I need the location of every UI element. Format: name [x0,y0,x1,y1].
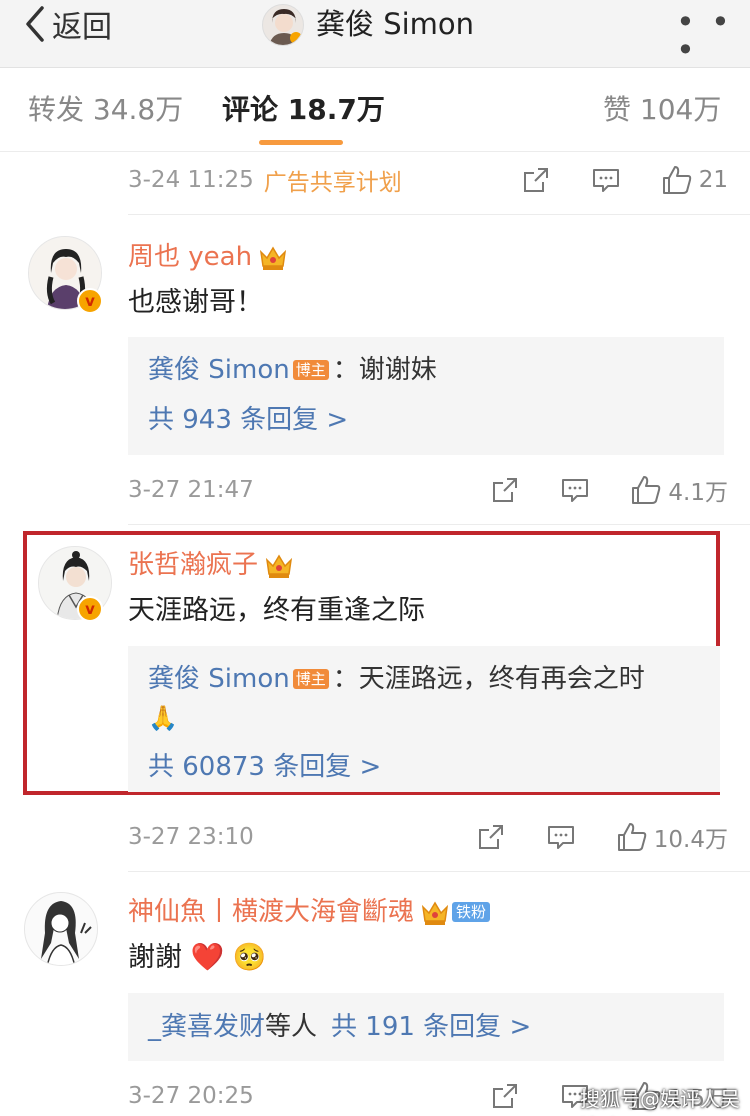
comment-icon[interactable] [560,475,590,505]
reply-text: ：谢谢妹 [332,355,437,385]
avatar[interactable] [262,4,304,46]
comment-time: 3-27 21:47 [128,477,254,503]
more-replies-link[interactable]: 共 191 条回复 > [331,1009,531,1045]
more-replies-link[interactable]: 共 60873 条回复 > [148,750,381,784]
comment-time: 3-27 20:25 [128,1083,254,1109]
verified-badge-icon: v [77,288,103,314]
crown-badge-icon [258,244,288,270]
comment-username[interactable]: 神仙魚丨横渡大海會斷魂 铁粉 [128,895,491,929]
crown-badge-icon [264,552,294,578]
tab-likes[interactable]: 赞 104万 [603,93,721,127]
divider [128,871,750,872]
pray-emoji-icon: 🙏 [148,704,178,732]
crown-badge-icon [420,899,450,925]
more-icon[interactable]: • • • [676,6,750,66]
comment-username[interactable]: 张哲瀚疯子 [128,548,294,582]
author-tag: 博主 [292,360,329,380]
username-text: 周也 yeah [128,242,253,272]
comment-text: 天涯路远，终有重逢之际 [128,595,425,626]
share-icon[interactable] [521,165,551,195]
more-replies-link[interactable]: 共 943 条回复 > [148,403,348,437]
reply-preview: 龚俊 Simon 博主 ：谢谢妹 [148,352,437,388]
back-label: 返回 [52,10,112,45]
like-count: 4.1万 [668,480,728,506]
comment-icon[interactable] [546,822,576,852]
like-icon[interactable] [630,474,662,506]
ad-share-link[interactable]: 广告共享计划 [264,163,402,197]
verified-badge-icon: v [77,596,103,622]
comment-meta-row: 3-27 21:47 4.1万 [128,470,728,510]
comment-actions: 4.1万 [490,470,728,510]
share-icon[interactable] [476,822,506,852]
page-title: 龚俊 Simon [316,7,475,41]
tab-comments[interactable]: 评论 18.7万 [222,93,385,127]
comment-actions: 21 [521,160,728,200]
comment-actions: 10.4万 [476,817,728,857]
reply-text: 等人 [265,1012,318,1042]
like-icon[interactable] [661,164,693,196]
back-button[interactable]: 返回 [22,2,112,46]
author-tag: 博主 [292,669,329,689]
comment-time: 3-24 11:25 [128,167,254,193]
fan-badge: 铁粉 [452,902,491,922]
more-replies-row: _龚喜发财 等人 共 191 条回复 > [148,1009,531,1045]
tab-repost[interactable]: 转发 34.8万 [28,93,183,127]
like-count: 21 [698,167,728,193]
share-icon[interactable] [490,475,520,505]
reply-username[interactable]: 龚俊 Simon [148,352,290,388]
comment-username[interactable]: 周也 yeah [128,240,288,274]
comment-meta-row: 3-24 11:25 广告共享计划 21 [128,160,728,200]
comment-meta-row: 3-27 23:10 10.4万 [128,817,728,857]
comment-time: 3-27 23:10 [128,824,254,850]
chevron-left-icon [22,4,48,44]
share-icon[interactable] [490,1081,520,1111]
username-text: 神仙魚丨横渡大海會斷魂 [128,897,415,927]
reply-preview: 龚俊 Simon 博主 ：天涯路远，终有再会之时 [148,661,645,697]
active-tab-indicator [259,140,343,145]
avatar[interactable] [24,892,98,966]
reply-username[interactable]: 龚俊 Simon [148,661,290,697]
stats-bar: 转发 34.8万 评论 18.7万 赞 104万 [0,68,750,152]
watermark: 搜狐号@娱评人吴清功 [580,1087,740,1111]
like-icon[interactable] [616,821,648,853]
username-text: 张哲瀚疯子 [128,550,259,580]
comment-icon[interactable] [591,165,621,195]
comment-text: 也感谢哥！ [128,287,263,318]
divider [128,214,750,215]
divider [128,524,750,525]
reply-text: ：天涯路远，终有再会之时 [332,664,645,694]
like-count: 10.4万 [653,827,728,853]
comment-text: 謝謝 ❤️ 🥺 [128,942,267,973]
reply-username[interactable]: _龚喜发财 [148,1009,265,1045]
